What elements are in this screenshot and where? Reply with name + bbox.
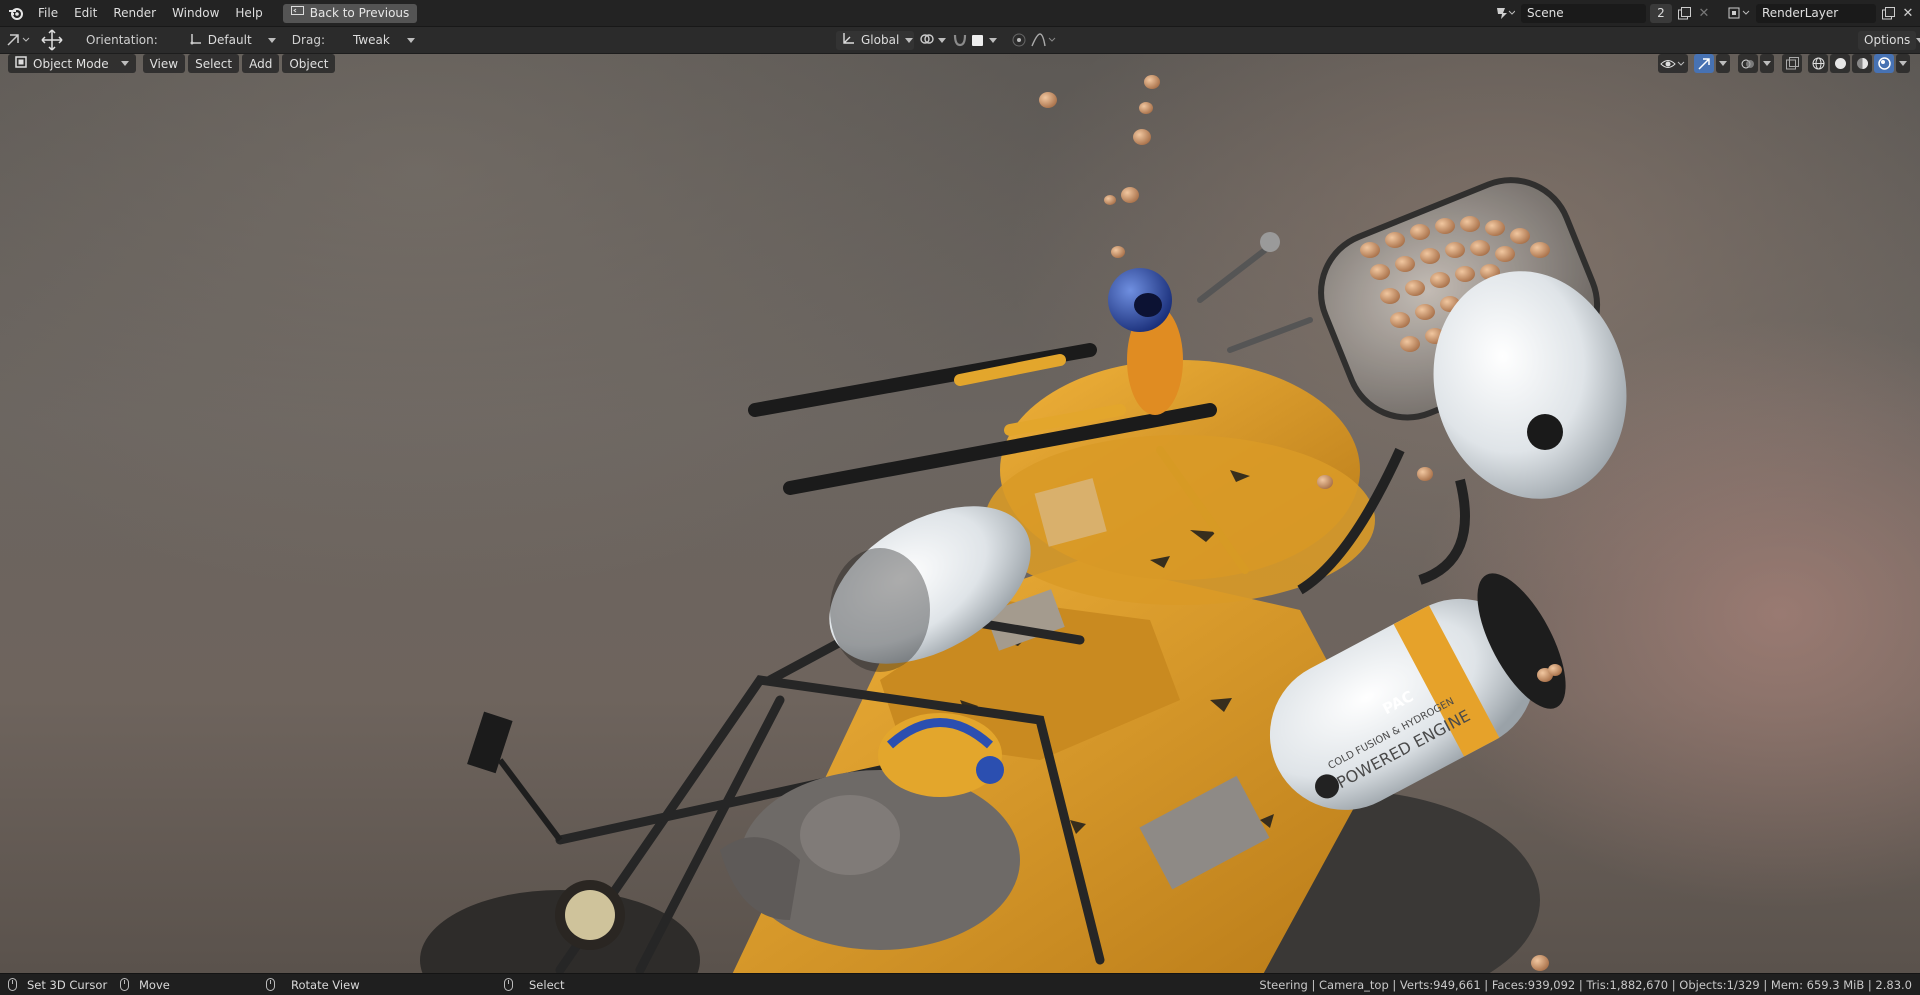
gizmo-icon[interactable]: [1694, 54, 1714, 73]
overlay-dropdown-icon[interactable]: [1760, 54, 1774, 73]
new-scene-icon[interactable]: [1676, 5, 1692, 21]
status-hint-cursor: Set 3D Cursor: [8, 978, 112, 992]
3d-viewport[interactable]: PAC COLD FUSION & HYDROGEN POWERED ENGIN…: [0, 54, 1920, 973]
solid-shading-icon[interactable]: [1830, 54, 1850, 73]
view-menu[interactable]: View: [142, 54, 186, 73]
view-layer-browse-icon[interactable]: [1726, 5, 1752, 21]
object-mode-icon: [15, 56, 27, 71]
object-mode-dropdown[interactable]: Object Mode: [8, 54, 136, 73]
orientation-icon: [190, 33, 202, 48]
move-tool-icon[interactable]: [38, 29, 66, 51]
transform-orientation-dropdown[interactable]: Global: [836, 30, 914, 50]
gizmo-dropdown-icon[interactable]: [1716, 54, 1730, 73]
pivot-icon: [920, 33, 934, 48]
viewport-shading-controls: [1658, 54, 1910, 73]
chevron-down-icon: [267, 37, 276, 43]
wireframe-shading-icon[interactable]: [1808, 54, 1828, 73]
status-hint-move: Move: [120, 978, 258, 992]
rendered-scene: PAC COLD FUSION & HYDROGEN POWERED ENGIN…: [420, 75, 1627, 973]
back-screen-icon: [290, 6, 304, 20]
scene-statistics: Steering | Camera_top | Verts:949,661 | …: [1259, 977, 1912, 992]
close-scene-icon[interactable]: ✕: [1696, 5, 1712, 21]
blender-logo-icon[interactable]: [8, 5, 24, 21]
back-button-label: Back to Previous: [309, 6, 410, 20]
back-to-previous-button[interactable]: Back to Previous: [282, 3, 418, 23]
menu-edit[interactable]: Edit: [66, 0, 105, 26]
scene-users-count[interactable]: 2: [1650, 3, 1672, 23]
visibility-icon[interactable]: [1658, 54, 1688, 73]
remove-view-layer-icon[interactable]: ✕: [1900, 5, 1916, 21]
chevron-down-icon: [406, 37, 415, 43]
overlay-icon[interactable]: [1738, 54, 1758, 73]
material-shading-icon[interactable]: [1852, 54, 1872, 73]
editor-type-icon[interactable]: [4, 32, 34, 48]
menu-render[interactable]: Render: [105, 0, 164, 26]
snap-element-swatch[interactable]: [972, 34, 983, 46]
xray-icon[interactable]: [1782, 54, 1802, 73]
scene-controls: Scene 2 ✕ RenderLayer ✕: [1493, 3, 1916, 23]
snap-icon[interactable]: [952, 32, 968, 48]
mouse-icon: [8, 978, 17, 991]
mouse-icon: [120, 978, 129, 991]
add-menu[interactable]: Add: [242, 54, 280, 73]
viewport-header: Object Mode View Select Add Object: [8, 54, 336, 73]
status-hint-rotate: Rotate View: [266, 978, 496, 992]
chevron-down-icon: [905, 37, 914, 43]
chevron-down-icon: [1916, 37, 1920, 43]
transform-controls: Global: [836, 30, 1057, 50]
rendered-shading-icon[interactable]: [1874, 54, 1894, 73]
orientation-label: Orientation:: [86, 33, 158, 47]
transform-global-icon: [842, 32, 855, 48]
tool-settings-header: Orientation: Default Drag: Tweak Global: [0, 26, 1920, 53]
mouse-icon: [504, 978, 513, 991]
scene-browse-icon[interactable]: [1493, 5, 1517, 21]
object-menu[interactable]: Object: [282, 54, 336, 73]
menu-help[interactable]: Help: [227, 0, 270, 26]
status-bar: Set 3D Cursor Move Rotate View Select St…: [0, 973, 1920, 995]
scene-name-field[interactable]: Scene: [1521, 3, 1646, 23]
options-dropdown[interactable]: Options: [1858, 30, 1920, 50]
proportional-icon[interactable]: [1011, 32, 1027, 48]
shading-dropdown-icon[interactable]: [1896, 54, 1910, 73]
drag-label: Drag:: [291, 33, 325, 47]
top-menu-bar: File Edit Render Window Help Back to Pre…: [0, 0, 1920, 26]
orientation-dropdown[interactable]: Default: [184, 31, 282, 50]
menu-file[interactable]: File: [30, 0, 66, 26]
menu-window[interactable]: Window: [164, 0, 227, 26]
pivot-dropdown[interactable]: [918, 31, 948, 50]
status-hint-select: Select: [504, 978, 564, 992]
proportional-falloff-icon[interactable]: [1031, 32, 1057, 48]
render-layer-field[interactable]: RenderLayer: [1756, 3, 1876, 23]
new-view-layer-icon[interactable]: [1880, 5, 1896, 21]
mouse-icon: [266, 978, 275, 991]
drag-dropdown[interactable]: Tweak: [347, 31, 421, 50]
select-menu[interactable]: Select: [188, 54, 240, 73]
